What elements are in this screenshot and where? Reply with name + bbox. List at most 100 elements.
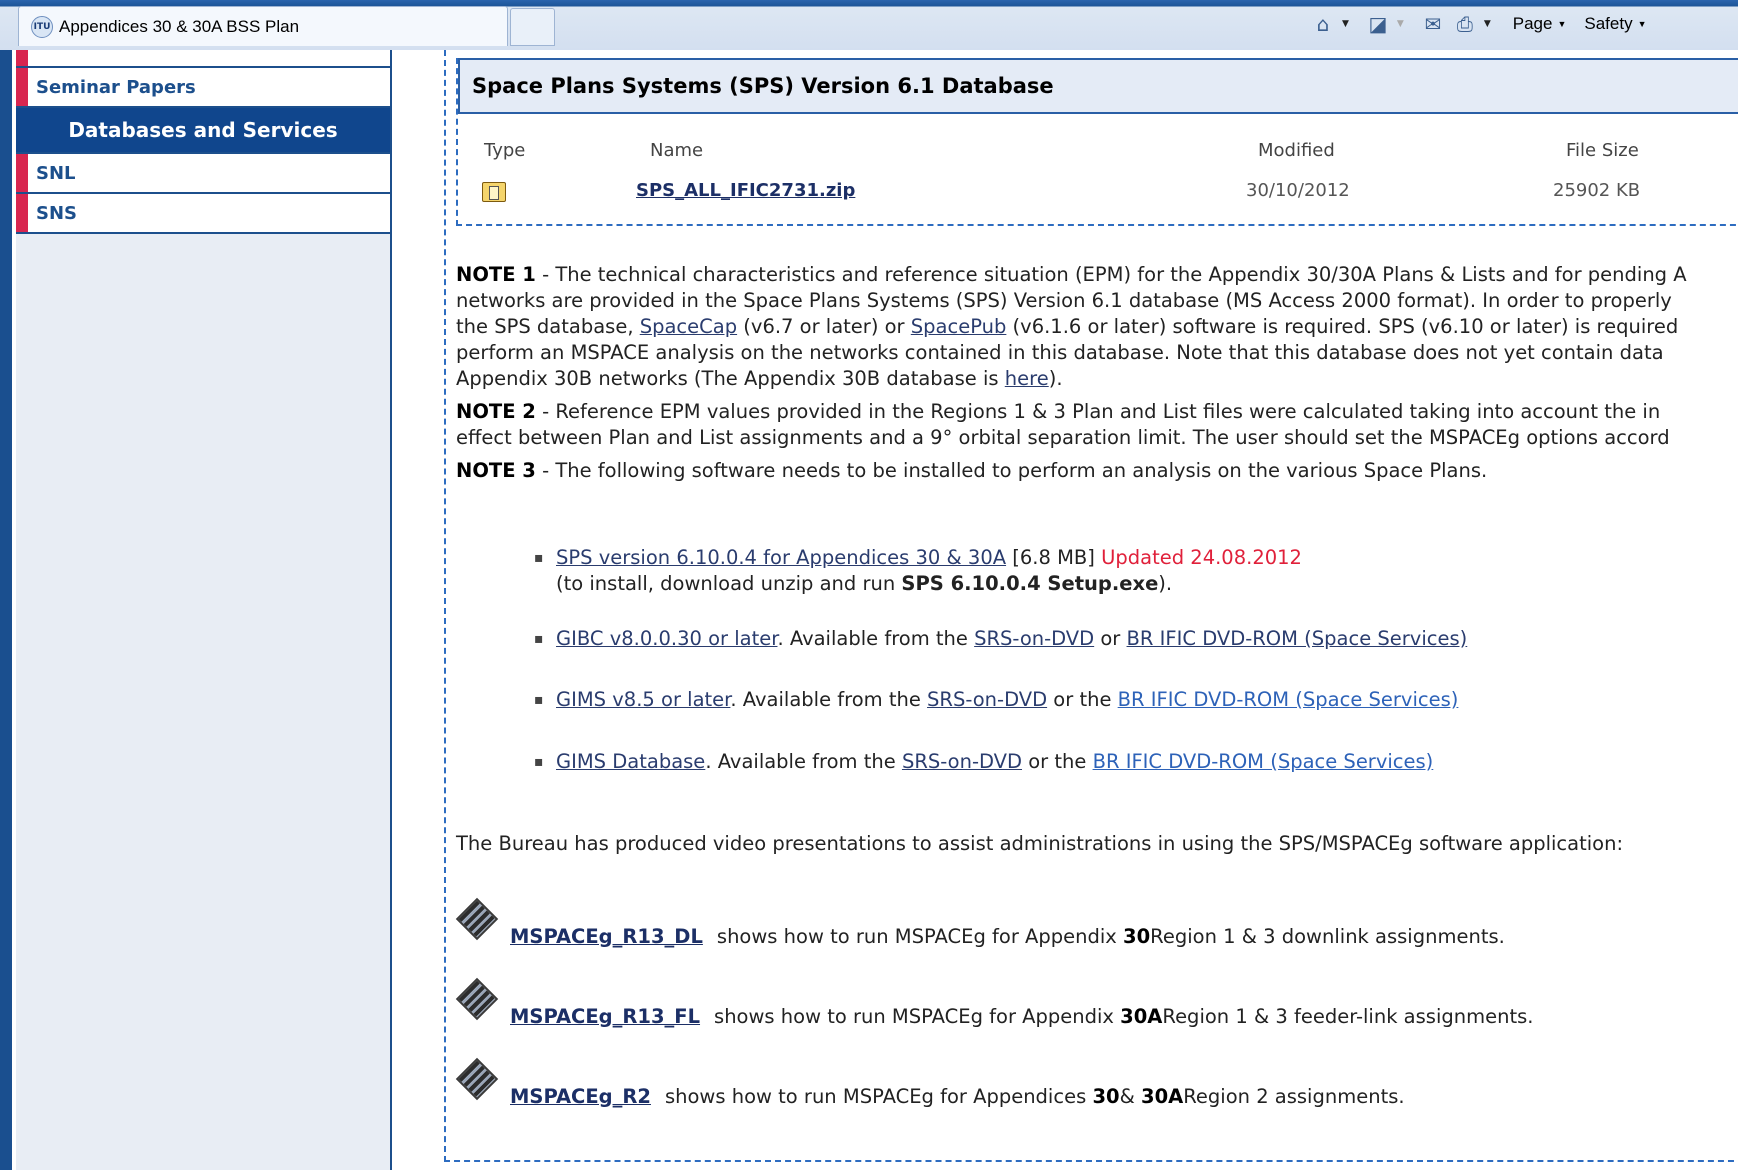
- home-icon[interactable]: ⌂: [1310, 12, 1336, 36]
- note-text: - The following software needs to be ins…: [535, 459, 1488, 482]
- note-1: NOTE 1 - The technical characteristics a…: [456, 262, 1738, 392]
- video-text: Region 1 & 3 feeder-link assignments.: [1162, 1005, 1534, 1028]
- gibc-text: . Available from the: [777, 627, 975, 650]
- note-1-line: perform an MSPACE analysis on the networ…: [456, 341, 1664, 364]
- gims-text: . Available from the: [730, 688, 928, 711]
- rss-icon[interactable]: ◪: [1365, 12, 1391, 36]
- page-menu-label: Page: [1512, 14, 1553, 33]
- video-text: shows how to run MSPACEg for Appendices: [664, 1085, 1087, 1108]
- sps-line: SPS version 6.10.0.4 for Appendices 30 &…: [556, 545, 1302, 571]
- gims-database-link[interactable]: GIMS Database: [556, 750, 705, 773]
- note-2: NOTE 2 - Reference EPM values provided i…: [456, 399, 1738, 451]
- note-text: the SPS database,: [456, 315, 640, 338]
- software-item-gibc: ▪ GIBC v8.0.0.30 or later. Available fro…: [534, 626, 1468, 652]
- rss-dropdown-icon[interactable]: ▼: [1397, 19, 1404, 29]
- command-bar: ⌂ ▼ ◪ ▼ ✉ ⎙ ▼ Page ▼ Safety ▼: [1310, 6, 1653, 42]
- video-text: &: [1119, 1085, 1135, 1108]
- sidebar-item-label: SNL: [36, 162, 76, 184]
- note-3-line: NOTE 3 - The following software needs to…: [456, 458, 1738, 484]
- note-text: Appendix 30B networks (The Appendix 30B …: [456, 367, 1005, 390]
- left-navigation: Seminar Papers Databases and Services SN…: [16, 50, 392, 1170]
- sidebar-item-snl[interactable]: SNL: [16, 154, 390, 194]
- print-icon[interactable]: ⎙: [1452, 12, 1478, 36]
- sps-install-line: (to install, download unzip and run SPS …: [556, 571, 1302, 597]
- page-content: Seminar Papers Databases and Services SN…: [12, 50, 1738, 1170]
- sidebar-item-sns[interactable]: SNS: [16, 194, 390, 234]
- software-item-gims: ▪ GIMS v8.5 or later. Available from the…: [534, 687, 1459, 713]
- gims-database-text: . Available from the: [705, 750, 902, 773]
- install-text: ).: [1158, 572, 1173, 595]
- zip-folder-icon: [482, 182, 506, 202]
- note-label: NOTE 1: [456, 263, 536, 286]
- video-text: shows how to run MSPACEg for Appendix: [716, 925, 1117, 948]
- safety-menu[interactable]: Safety ▼: [1584, 14, 1646, 34]
- videos-intro: The Bureau has produced video presentati…: [456, 832, 1624, 855]
- spacecap-link[interactable]: SpaceCap: [640, 315, 737, 338]
- database-panel: Space Plans Systems (SPS) Version 6.1 Da…: [456, 58, 1738, 226]
- sidebar-item-label: Seminar Papers: [36, 76, 196, 98]
- column-header-file-size: File Size: [1566, 140, 1639, 161]
- br-ific-link[interactable]: BR IFIC DVD-ROM (Space Services): [1127, 627, 1468, 650]
- page-menu[interactable]: Page ▼: [1513, 14, 1567, 34]
- print-dropdown-icon[interactable]: ▼: [1484, 19, 1491, 29]
- column-header-type: Type: [484, 140, 526, 161]
- br-ific-link[interactable]: BR IFIC DVD-ROM (Space Services): [1093, 750, 1434, 773]
- nav-top-item: [16, 50, 390, 68]
- note-text: (v6.1.6 or later) software is required. …: [1006, 315, 1679, 338]
- gims-link[interactable]: GIMS v8.5 or later: [556, 688, 730, 711]
- note-1-line: Appendix 30B networks (The Appendix 30B …: [456, 366, 1738, 392]
- software-item-sps: ▪ SPS version 6.10.0.4 for Appendices 30…: [534, 545, 1302, 597]
- note-2-line: NOTE 2 - Reference EPM values provided i…: [456, 399, 1738, 425]
- browser-tab[interactable]: ITU Appendices 30 & 30A BSS Plan: [18, 6, 508, 46]
- new-tab-button[interactable]: [510, 8, 555, 46]
- browser-toolbar: ITU Appendices 30 & 30A BSS Plan ⌂ ▼ ◪ ▼ ✉…: [0, 0, 1738, 50]
- or-text: or: [1094, 627, 1127, 650]
- video-link[interactable]: MSPACEg_R13_FL: [510, 1005, 700, 1028]
- file-modified: 30/10/2012: [1246, 180, 1350, 201]
- software-item-gims-database: ▪ GIMS Database. Available from the SRS-…: [534, 749, 1434, 775]
- film-icon: [456, 898, 496, 938]
- br-ific-link[interactable]: BR IFIC DVD-ROM (Space Services): [1118, 688, 1459, 711]
- video-text: shows how to run MSPACEg for Appendix: [714, 1005, 1114, 1028]
- bullet-icon: ▪: [534, 550, 544, 566]
- gibc-link[interactable]: GIBC v8.0.0.30 or later: [556, 627, 777, 650]
- video-bold: 30: [1123, 925, 1151, 948]
- video-link[interactable]: MSPACEg_R13_DL: [510, 925, 703, 948]
- tab-title: Appendices 30 & 30A BSS Plan: [59, 16, 300, 36]
- or-text: or the: [1022, 750, 1093, 773]
- srs-dvd-link[interactable]: SRS-on-DVD: [974, 627, 1094, 650]
- film-icon: [456, 978, 496, 1018]
- video-item: MSPACEg_R13_FL shows how to run MSPACEg …: [456, 978, 1533, 1028]
- bullet-icon: ▪: [534, 631, 544, 647]
- note-text: - Reference EPM values provided in the R…: [535, 400, 1661, 423]
- spacepub-link[interactable]: SpacePub: [911, 315, 1007, 338]
- film-icon: [456, 1058, 496, 1098]
- sps-download-link[interactable]: SPS version 6.10.0.4 for Appendices 30 &…: [556, 546, 1006, 569]
- video-item: MSPACEg_R13_DL shows how to run MSPACEg …: [456, 898, 1505, 948]
- install-exe: SPS 6.10.0.4 Setup.exe: [901, 572, 1159, 595]
- video-item: MSPACEg_R2 shows how to run MSPACEg for …: [456, 1058, 1405, 1108]
- chevron-down-icon: ▼: [1557, 19, 1567, 29]
- note-label: NOTE 3: [456, 459, 536, 482]
- sps-size: [6.8 MB]: [1006, 546, 1102, 569]
- note-text: (v6.7 or later) or: [737, 315, 911, 338]
- sidebar-item-databases-and-services[interactable]: Databases and Services: [16, 108, 390, 154]
- home-dropdown-icon[interactable]: ▼: [1342, 19, 1349, 29]
- file-download-link[interactable]: SPS_ALL_IFIC2731.zip: [636, 180, 855, 201]
- column-header-name: Name: [650, 140, 704, 161]
- note-2-line: effect between Plan and List assignments…: [456, 426, 1670, 449]
- srs-dvd-link[interactable]: SRS-on-DVD: [927, 688, 1047, 711]
- srs-dvd-link[interactable]: SRS-on-DVD: [902, 750, 1022, 773]
- here-link[interactable]: here: [1005, 367, 1049, 390]
- bullet-icon: ▪: [534, 754, 544, 770]
- note-1-line: NOTE 1 - The technical characteristics a…: [456, 262, 1738, 288]
- sidebar-item-seminar-papers[interactable]: Seminar Papers: [16, 68, 390, 108]
- note-text: ).: [1048, 367, 1063, 390]
- note-1-line: the SPS database, SpaceCap (v6.7 or late…: [456, 314, 1738, 340]
- install-text: (to install, download unzip and run: [556, 572, 902, 595]
- read-mail-icon[interactable]: ✉: [1420, 12, 1446, 36]
- sidebar-item-label: Databases and Services: [68, 118, 338, 142]
- note-1-line: networks are provided in the Space Plans…: [456, 289, 1672, 312]
- chevron-down-icon: ▼: [1637, 19, 1647, 29]
- video-link[interactable]: MSPACEg_R2: [510, 1085, 651, 1108]
